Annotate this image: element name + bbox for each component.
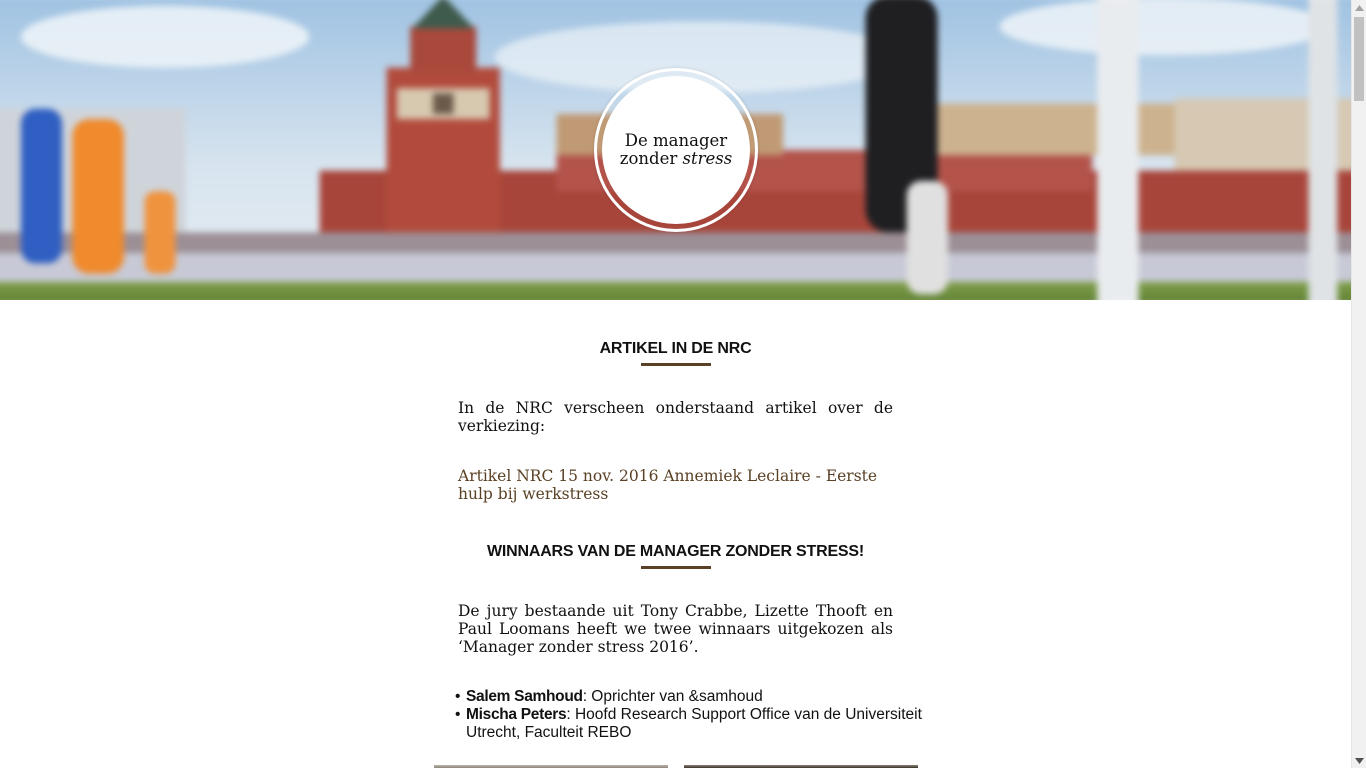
winners-intro-text: De jury bestaande uit Tony Crabbe, Lizet… [458, 602, 893, 656]
logo-text-line2-prefix: zonder [619, 149, 683, 168]
logo-text-emphasis: stress [682, 149, 733, 168]
scroll-up-arrow[interactable] [1352, 0, 1366, 15]
logo-text-line2: zonder stress [620, 150, 732, 168]
scrollbar-thumb[interactable] [1354, 17, 1364, 101]
nrc-intro-text: In de NRC verscheen onderstaand artikel … [458, 399, 893, 435]
winner-name: Salem Samhoud [466, 688, 583, 705]
list-item: Mischa Peters: Hoofd Research Support Of… [455, 706, 936, 742]
page-scrollbar[interactable] [1351, 0, 1366, 768]
site-logo-badge: De manager zonder stress [602, 76, 750, 224]
winner-description: : Oprichter van &samhoud [582, 688, 763, 705]
section-heading-nrc: ARTIKEL IN DE NRC [599, 340, 752, 357]
scroll-down-arrow[interactable] [1352, 753, 1366, 768]
heading-underline [641, 363, 711, 366]
chevron-up-icon [1355, 4, 1364, 11]
winner-name: Mischa Peters [466, 706, 567, 723]
heading-underline [641, 566, 711, 569]
logo-text-line1: De manager [624, 131, 728, 150]
chevron-down-icon [1355, 757, 1364, 764]
nrc-article-link[interactable]: Artikel NRC 15 nov. 2016 Annemiek Leclai… [458, 467, 893, 503]
site-logo[interactable]: De manager zonder stress [594, 68, 758, 232]
list-item: Salem Samhoud: Oprichter van &samhoud [455, 688, 936, 706]
section-heading-winners: WINNAARS VAN DE MANAGER ZONDER STRESS! [486, 543, 864, 560]
hero-banner: De manager zonder stress [0, 0, 1351, 300]
winners-list: Salem Samhoud: Oprichter van &samhoud Mi… [455, 688, 936, 742]
